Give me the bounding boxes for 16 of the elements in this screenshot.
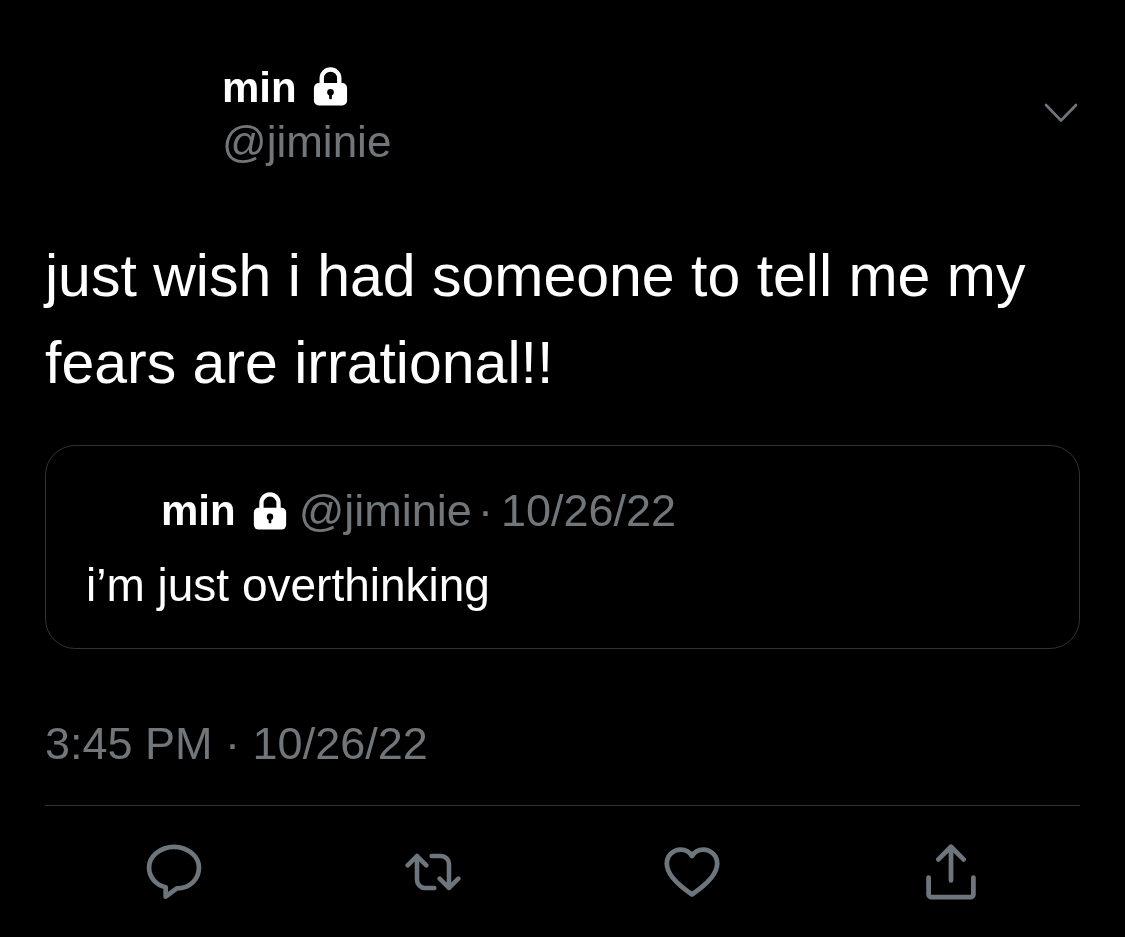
username-handle: @jiminie <box>298 485 472 537</box>
timestamp: 3:45 PM · 10/26/22 <box>45 718 429 770</box>
display-name: min <box>161 486 236 536</box>
heart-icon <box>663 844 720 900</box>
display-name: min <box>222 64 297 112</box>
post-date: 10/26/22 <box>500 485 677 537</box>
more-options-button[interactable] <box>1044 103 1078 123</box>
reply-button[interactable] <box>146 844 203 900</box>
username-handle: @jiminie <box>222 117 392 167</box>
quoted-tweet-text: i’m just overthinking <box>86 558 491 613</box>
like-button[interactable] <box>663 844 720 900</box>
speech-bubble-icon <box>146 844 203 900</box>
chevron-down-icon <box>1044 103 1078 123</box>
separator-dot: · <box>477 485 493 537</box>
tweet-text: just wish i had someone to tell me my fears are irrational!! <box>45 242 1027 398</box>
quoted-tweet-card[interactable]: min @jiminie· 10/26/22 i’m just overthinking <box>45 445 1080 649</box>
